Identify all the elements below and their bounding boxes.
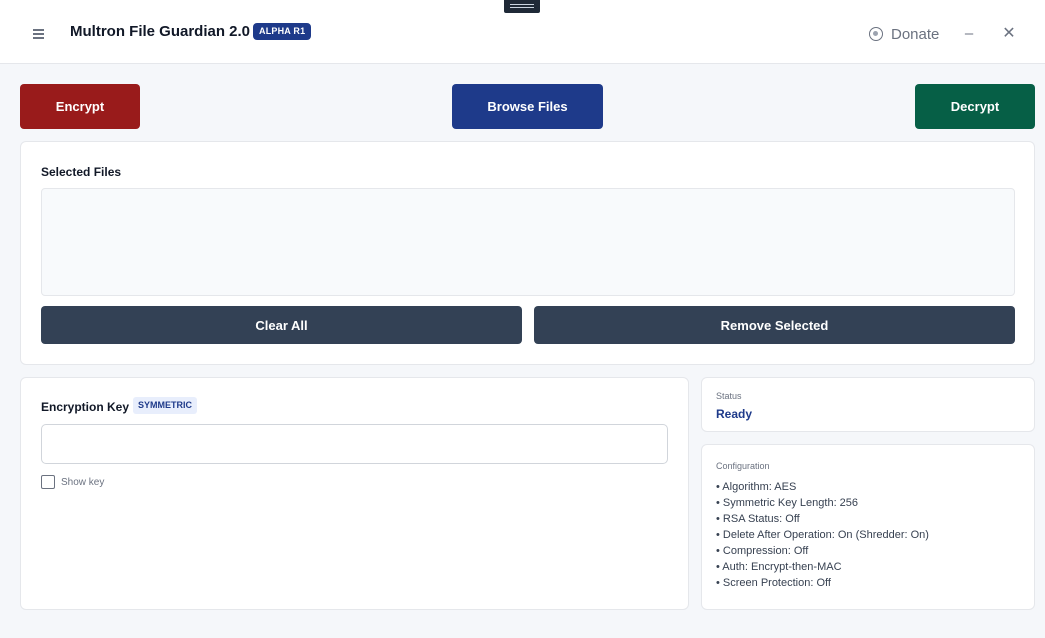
remove-selected-button[interactable]: Remove Selected [534, 306, 1015, 344]
configuration-item: • Delete After Operation: On (Shredder: … [716, 529, 929, 541]
status-value: Ready [716, 407, 753, 421]
encrypt-button[interactable]: Encrypt [20, 84, 140, 129]
close-button[interactable]: ✕ [997, 22, 1021, 46]
menu-icon[interactable] [31, 27, 47, 41]
encryption-key-title: Encryption Key [41, 400, 130, 414]
configuration-title: Configuration [716, 461, 770, 471]
clear-all-button[interactable]: Clear All [41, 306, 522, 344]
configuration-item: • Auth: Encrypt-then-MAC [716, 561, 842, 573]
key-mode-badge: SYMMETRIC [133, 397, 197, 414]
app-title: Multron File Guardian 2.0 [70, 23, 251, 40]
configuration-list: • Algorithm: AES • Symmetric Key Length:… [716, 479, 929, 591]
configuration-item: • Screen Protection: Off [716, 577, 831, 589]
configuration-item: • RSA Status: Off [716, 513, 800, 525]
status-label: Status [716, 391, 742, 401]
minimize-icon: – [964, 25, 974, 42]
donate-icon [869, 27, 883, 41]
selected-files-title: Selected Files [41, 165, 122, 179]
show-key-checkbox[interactable] [41, 475, 55, 489]
encryption-key-input[interactable] [41, 424, 668, 464]
selected-files-panel: Selected Files Clear All Remove Selected [20, 141, 1035, 365]
encryption-key-panel: Encryption Key SYMMETRIC Show key [20, 377, 689, 610]
configuration-panel: Configuration • Algorithm: AES • Symmetr… [701, 444, 1035, 610]
selected-files-list[interactable] [41, 188, 1015, 296]
title-bar: Multron File Guardian 2.0 ALPHA R1 Donat… [0, 0, 1045, 64]
configuration-item: • Algorithm: AES [716, 481, 797, 493]
browse-files-button[interactable]: Browse Files [452, 84, 603, 129]
version-badge: ALPHA R1 [253, 23, 312, 40]
status-panel: Status Ready [701, 377, 1035, 432]
configuration-item: • Symmetric Key Length: 256 [716, 497, 859, 509]
show-key-label: Show key [61, 476, 105, 488]
drag-handle[interactable] [504, 0, 540, 13]
app-window: Multron File Guardian 2.0 ALPHA R1 Donat… [0, 0, 1045, 638]
show-key-toggle[interactable]: Show key [41, 475, 104, 489]
donate-button[interactable]: Donate [869, 24, 939, 44]
donate-label: Donate [891, 25, 940, 43]
minimize-button[interactable]: – [957, 22, 981, 46]
configuration-item: • Compression: Off [716, 545, 809, 557]
close-icon: ✕ [1002, 25, 1016, 42]
decrypt-button[interactable]: Decrypt [915, 84, 1035, 129]
